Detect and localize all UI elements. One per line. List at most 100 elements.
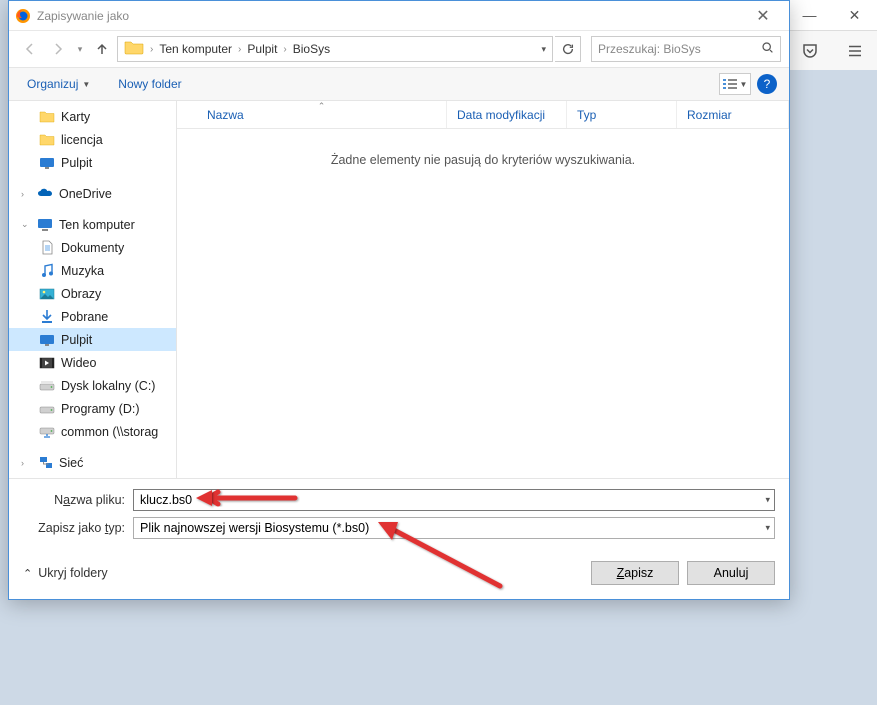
computer-icon	[37, 217, 53, 233]
tree-label: Ten komputer	[59, 218, 135, 232]
tree-label: Obrazy	[61, 287, 101, 301]
tree-item-videos[interactable]: Wideo	[9, 351, 176, 374]
breadcrumb-root[interactable]: Ten komputer	[155, 42, 236, 56]
cancel-button[interactable]: Anuluj	[687, 561, 775, 585]
tree-label: common (\\storag	[61, 425, 158, 439]
image-icon	[39, 286, 55, 302]
tree-label: Sieć	[59, 456, 83, 470]
chevron-right-icon: ›	[21, 458, 31, 468]
document-icon	[39, 240, 55, 256]
save-button[interactable]: Zapisz	[591, 561, 679, 585]
dialog-footer: ⌃ Ukryj foldery Zapisz Anuluj	[9, 551, 789, 599]
chevron-down-icon[interactable]: ▾	[765, 495, 770, 506]
chevron-up-icon: ⌃	[23, 567, 32, 580]
tree-item[interactable]: Pulpit	[9, 151, 176, 174]
network-drive-icon	[39, 424, 55, 440]
filetype-value: Plik najnowszej wersji Biosystemu (*.bs0…	[140, 521, 369, 535]
desktop-icon	[39, 332, 55, 348]
tree-item-documents[interactable]: Dokumenty	[9, 236, 176, 259]
nav-forward-button[interactable]	[45, 36, 71, 62]
folder-icon	[39, 109, 55, 125]
drive-icon	[39, 378, 55, 394]
col-header-type[interactable]: Typ	[567, 101, 677, 128]
music-icon	[39, 263, 55, 279]
bg-close-button[interactable]: ✕	[832, 0, 877, 30]
breadcrumb-part-0[interactable]: Pulpit	[243, 42, 281, 56]
tree-item-downloads[interactable]: Pobrane	[9, 305, 176, 328]
tree-item-drive-c[interactable]: Dysk lokalny (C:)	[9, 374, 176, 397]
help-button[interactable]: ?	[757, 74, 777, 94]
col-header-date[interactable]: Data modyfikacji	[447, 101, 567, 128]
folder-tree[interactable]: Karty licencja Pulpit › OneDrive ⌄	[9, 101, 177, 478]
close-button[interactable]: ✕	[743, 2, 783, 30]
tree-item[interactable]: Karty	[9, 105, 176, 128]
hamburger-icon[interactable]	[832, 31, 877, 70]
nav-up-button[interactable]	[89, 36, 115, 62]
hide-folders-label: Ukryj foldery	[38, 566, 107, 580]
download-icon	[39, 309, 55, 325]
filetype-label: Zapisz jako typ:	[23, 521, 133, 535]
new-folder-button[interactable]: Nowy folder	[112, 73, 187, 95]
bg-minimize-button[interactable]: —	[787, 0, 832, 30]
chevron-down-icon: ⌄	[21, 219, 31, 230]
refresh-button[interactable]	[555, 36, 581, 62]
tree-label: Programy (D:)	[61, 402, 139, 416]
tree-item[interactable]: licencja	[9, 128, 176, 151]
chevron-down-icon[interactable]: ▾	[541, 44, 546, 55]
tree-item-drive-d[interactable]: Programy (D:)	[9, 397, 176, 420]
tree-item-netdrive[interactable]: common (\\storag	[9, 420, 176, 443]
tree-label: Wideo	[61, 356, 96, 370]
tree-label: licencja	[61, 133, 103, 147]
filename-input[interactable]	[140, 493, 768, 507]
tree-label: OneDrive	[59, 187, 112, 201]
tree-label: Dysk lokalny (C:)	[61, 379, 155, 393]
organize-label: Organizuj	[27, 77, 78, 91]
sort-asc-icon: ⌃	[318, 101, 326, 112]
organize-button[interactable]: Organizuj ▼	[21, 73, 96, 95]
tree-item-music[interactable]: Muzyka	[9, 259, 176, 282]
col-header-name[interactable]: Nazwa ⌃	[197, 101, 447, 128]
pocket-icon[interactable]	[787, 31, 832, 70]
network-icon	[37, 455, 53, 471]
search-input[interactable]: Przeszukaj: BioSys	[591, 36, 781, 62]
filename-label: Nazwa pliku:	[23, 493, 133, 507]
nav-row: ▾ › Ten komputer › Pulpit › BioSys ▾ Prz…	[9, 31, 789, 67]
firefox-icon	[15, 8, 31, 24]
dialog-title: Zapisywanie jako	[37, 9, 743, 23]
hide-folders-toggle[interactable]: ⌃ Ukryj foldery	[23, 566, 108, 580]
titlebar: Zapisywanie jako ✕	[9, 1, 789, 31]
tree-item-desktop[interactable]: Pulpit	[9, 328, 176, 351]
tree-label: Pulpit	[61, 333, 92, 347]
breadcrumb-bar[interactable]: › Ten komputer › Pulpit › BioSys ▾	[117, 36, 553, 62]
search-placeholder: Przeszukaj: BioSys	[598, 42, 701, 56]
nav-back-button[interactable]	[17, 36, 43, 62]
breadcrumb-part-1[interactable]: BioSys	[289, 42, 334, 56]
col-header-size[interactable]: Rozmiar	[677, 101, 789, 128]
video-icon	[39, 355, 55, 371]
tree-label: Pulpit	[61, 156, 92, 170]
nav-recent-dropdown[interactable]: ▾	[73, 36, 87, 62]
organize-row: Organizuj ▼ Nowy folder ▼ ?	[9, 67, 789, 101]
view-mode-button[interactable]: ▼	[719, 73, 751, 95]
desktop-icon	[39, 155, 55, 171]
chevron-right-icon: ›	[21, 189, 31, 199]
tree-network[interactable]: › Sieć	[9, 451, 176, 474]
tree-label: Muzyka	[61, 264, 104, 278]
chevron-down-icon: ▼	[82, 80, 90, 89]
file-list-pane: Nazwa ⌃ Data modyfikacji Typ Rozmiar Żad…	[177, 101, 789, 478]
onedrive-icon	[37, 186, 53, 202]
save-as-dialog: Zapisywanie jako ✕ ▾ › Ten komputer › Pu…	[8, 0, 790, 600]
tree-label: Dokumenty	[61, 241, 124, 255]
filetype-select[interactable]: Plik najnowszej wersji Biosystemu (*.bs0…	[133, 517, 775, 539]
filename-form: Nazwa pliku: ▾ Zapisz jako typ: Plik naj…	[9, 478, 789, 551]
tree-label: Karty	[61, 110, 90, 124]
search-icon	[761, 41, 774, 57]
tree-this-pc[interactable]: ⌄ Ten komputer	[9, 213, 176, 236]
filename-field-wrapper: ▾	[133, 489, 775, 511]
chevron-right-icon: ›	[281, 44, 288, 55]
tree-item-pictures[interactable]: Obrazy	[9, 282, 176, 305]
folder-icon	[39, 132, 55, 148]
folder-icon	[124, 39, 144, 59]
tree-onedrive[interactable]: › OneDrive	[9, 182, 176, 205]
chevron-right-icon: ›	[148, 44, 155, 55]
